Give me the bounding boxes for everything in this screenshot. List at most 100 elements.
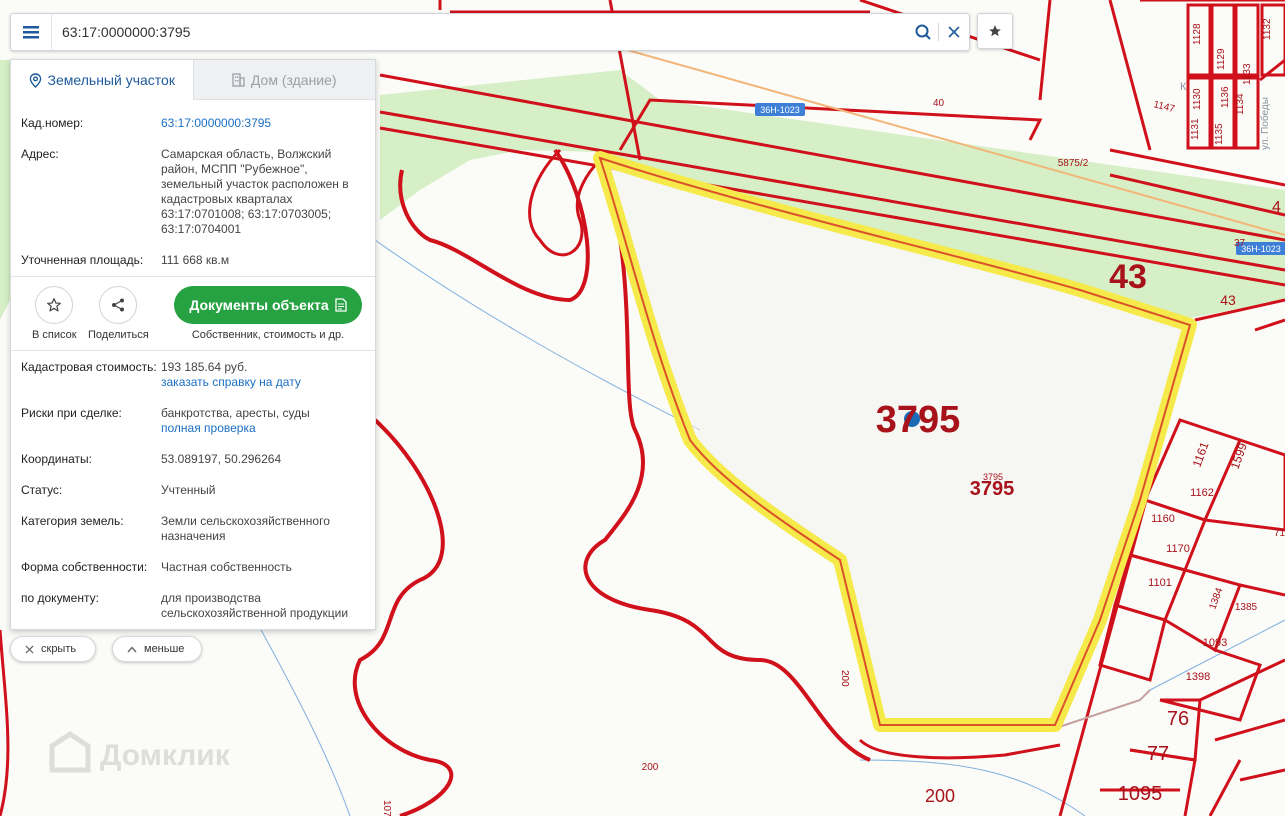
green-zone-west	[0, 60, 10, 320]
close-icon	[948, 26, 960, 38]
order-certificate-link[interactable]: заказать справку на дату	[161, 375, 367, 390]
hide-panel-label: скрыть	[41, 643, 77, 655]
parcel-label-43-small: 43	[1220, 292, 1236, 308]
star-filled-icon	[989, 25, 1001, 37]
menu-button[interactable]	[11, 14, 52, 50]
road-badge-1-text: 36Н-1023	[760, 105, 800, 115]
label-37: 37	[1234, 238, 1246, 249]
parcel-label-small: 3795	[983, 472, 1003, 482]
building-icon	[232, 72, 245, 87]
search-button[interactable]	[908, 14, 938, 50]
label-76: 76	[1167, 708, 1189, 730]
risks-block: банкротства, аресты, суды полная проверк…	[161, 406, 367, 436]
ownership-value: Частная собственность	[161, 560, 292, 574]
share-icon	[112, 298, 125, 312]
area-label: Уточненная площадь:	[21, 253, 144, 267]
label-1131: 1131	[1190, 118, 1201, 140]
label-1162: 1162	[1190, 487, 1214, 499]
label-200-b: 200	[642, 762, 659, 773]
cad-number-label: Кад.номер:	[21, 116, 84, 130]
label-200-c: 200	[925, 786, 955, 806]
area-value: 111 668 кв.м	[161, 253, 230, 267]
road-badge-2-text: 36Н-1023	[1241, 244, 1281, 254]
hide-panel-button[interactable]: скрыть	[10, 636, 96, 662]
label-1398: 1398	[1186, 671, 1210, 683]
label-1130: 1130	[1192, 88, 1203, 110]
by-document-value: для производства сельскохозяйственной пр…	[161, 591, 349, 620]
divider	[11, 350, 375, 351]
star-outline-icon	[47, 298, 62, 312]
domclick-watermark: Домклик	[48, 730, 230, 782]
cad-value-label: Кадастровая стоимость:	[21, 360, 157, 374]
label-4: 4	[1272, 199, 1281, 216]
road-badge-1: 36Н-1023	[755, 103, 805, 116]
collapse-panel-label: меньше	[144, 643, 185, 655]
collapse-panel-button[interactable]: меньше	[112, 636, 202, 662]
add-to-list-label: В список	[32, 329, 77, 341]
search-icon	[915, 24, 931, 40]
documents-button[interactable]: Документы объекта	[174, 286, 362, 324]
label-1136: 1136	[1220, 86, 1231, 108]
tab-building-label: Дом (здание)	[250, 71, 337, 88]
label-107: 107	[381, 800, 392, 816]
status-label: Статус:	[21, 483, 63, 497]
divider	[11, 276, 375, 277]
risks-value: банкротства, аресты, суды	[161, 406, 310, 420]
label-40: 40	[933, 98, 945, 109]
label-1134: 1134	[1235, 93, 1246, 115]
parcel-info-panel: Земельный участок Дом (здание) Кад.номер…	[10, 59, 376, 630]
by-document-label: по документу:	[21, 591, 99, 605]
documents-button-label: Документы объекта	[189, 297, 329, 313]
label-1160: 1160	[1151, 513, 1175, 525]
label-1170: 1170	[1166, 543, 1190, 555]
search-input[interactable]	[52, 24, 908, 40]
parcel-label-43-big: 43	[1109, 258, 1147, 296]
tab-land-plot[interactable]: Земельный участок	[11, 60, 193, 100]
add-to-list-action: В список	[32, 286, 77, 341]
ownership-label: Форма собственности:	[21, 560, 148, 574]
label-1135: 1135	[1214, 123, 1225, 145]
panel-tabs: Земельный участок Дом (здание)	[11, 60, 375, 100]
address-label: Адрес:	[21, 147, 59, 161]
coords-label: Координаты:	[21, 452, 92, 466]
status-value: Учтенный	[161, 483, 216, 497]
label-77: 77	[1147, 743, 1169, 765]
label-200-a: 200	[839, 670, 850, 687]
risks-label: Риски при сделке:	[21, 406, 122, 420]
share-button[interactable]	[99, 286, 138, 324]
cad-value-amount: 193 185.64 руб.	[161, 360, 248, 374]
share-label: Поделиться	[88, 329, 149, 341]
documents-note: Собственник, стоимость и др.	[191, 329, 345, 341]
label-1095: 1095	[1118, 783, 1163, 805]
domclick-logo-icon	[48, 730, 92, 782]
label-1385: 1385	[1235, 602, 1258, 613]
label-1101: 1101	[1148, 577, 1172, 589]
chevron-up-icon	[127, 645, 137, 652]
label-5875: 5875/2	[1058, 158, 1089, 169]
label-1133: 1133	[1242, 63, 1253, 85]
share-action: Поделиться	[88, 286, 149, 341]
search-bar	[10, 13, 970, 51]
tab-building[interactable]: Дом (здание)	[192, 60, 375, 100]
hamburger-icon	[23, 25, 39, 38]
label-1093: 1093	[1203, 637, 1227, 649]
cad-number-link[interactable]: 63:17:0000000:3795	[161, 116, 367, 131]
coords-value: 53.089197, 50.296264	[161, 452, 282, 466]
label-71: 71	[1274, 528, 1285, 539]
tab-land-plot-label: Земельный участок	[47, 72, 175, 88]
document-icon	[334, 298, 347, 312]
clear-search-button[interactable]	[939, 14, 969, 50]
cad-value-block: 193 185.64 руб. заказать справку на дату	[161, 360, 367, 390]
label-1128: 1128	[1192, 23, 1203, 45]
add-to-list-button[interactable]	[35, 286, 74, 324]
label-1132: 1132	[1262, 18, 1273, 40]
address-value: Самарская область, Волжский район, МСПП …	[161, 147, 349, 236]
category-label: Категория земель:	[21, 514, 124, 528]
domclick-wordmark: Домклик	[100, 739, 230, 772]
full-check-link[interactable]: полная проверка	[161, 421, 367, 436]
street-label-pobedy: ул. Победы	[1259, 97, 1271, 150]
favorites-button[interactable]	[977, 13, 1013, 49]
category-value: Земли сельскохозяйственного назначения	[161, 514, 330, 543]
close-icon	[25, 644, 34, 654]
label-1129: 1129	[1216, 48, 1227, 70]
